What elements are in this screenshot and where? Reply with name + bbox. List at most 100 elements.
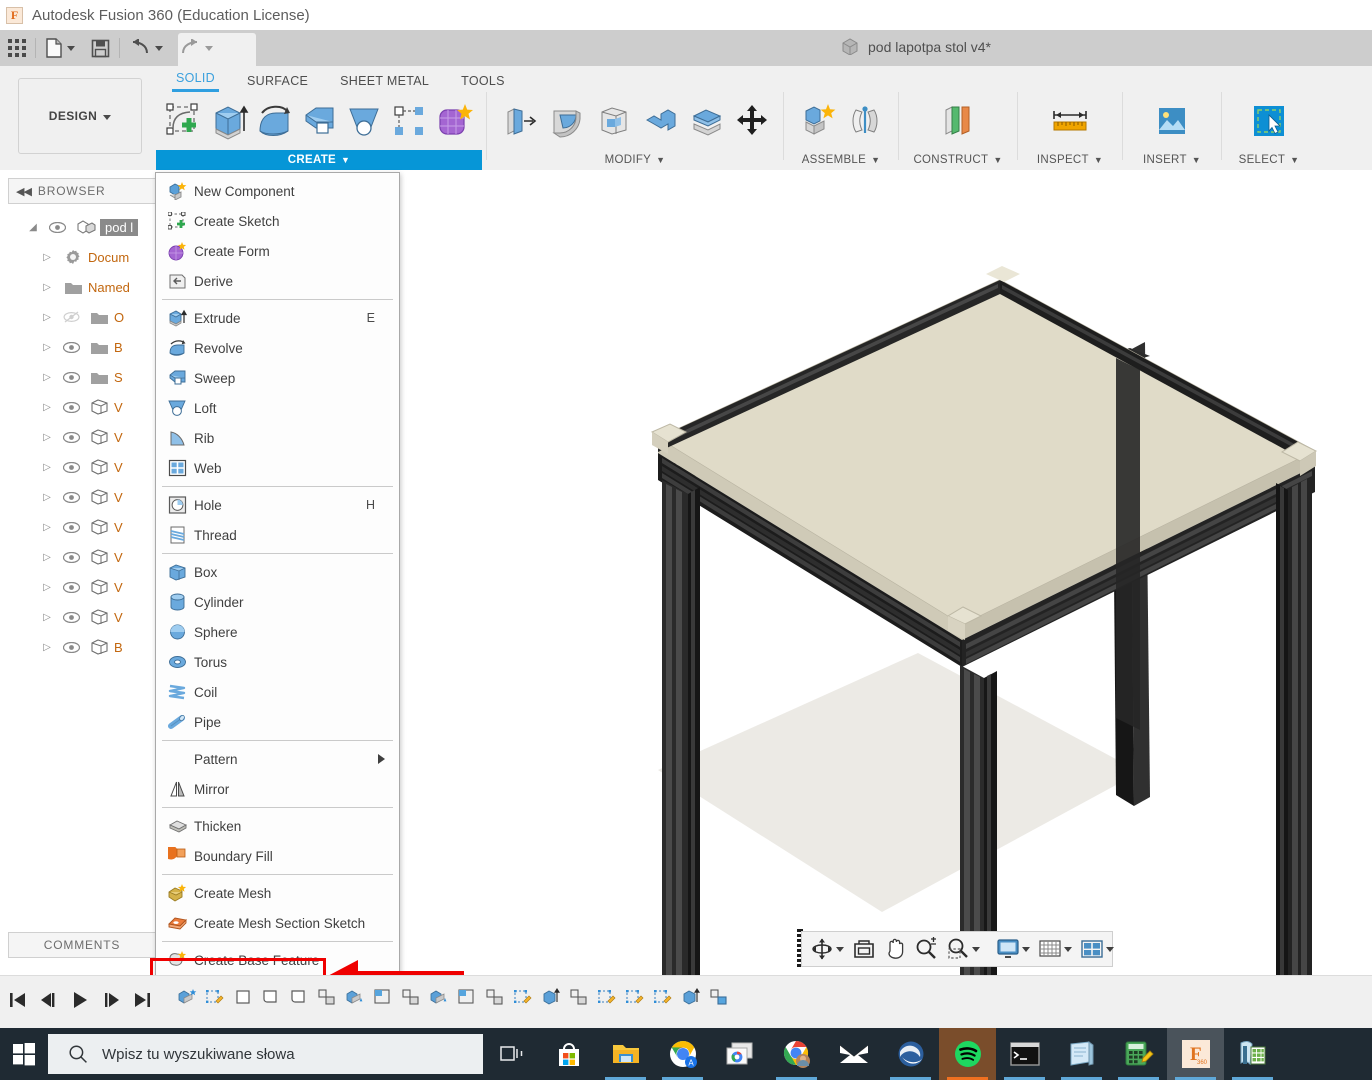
- taskbar-chrome-profile[interactable]: [768, 1028, 825, 1080]
- visibility-eye-icon[interactable]: [58, 521, 84, 533]
- expand-arrow-icon[interactable]: ▷: [36, 612, 58, 623]
- menu-item-create-mesh-section-sketch[interactable]: Create Mesh Section Sketch: [156, 908, 399, 938]
- app-grid-button[interactable]: [0, 30, 34, 66]
- taskbar-terminal[interactable]: [996, 1028, 1053, 1080]
- timeline-feature-sketch[interactable]: [651, 984, 675, 1010]
- visibility-eye-icon[interactable]: [58, 431, 84, 443]
- timeline-feature-fillet[interactable]: [287, 984, 311, 1010]
- grid-snap-button[interactable]: [1034, 933, 1076, 965]
- fillet-tool[interactable]: [544, 97, 591, 145]
- timeline-feature-mirror[interactable]: [567, 984, 591, 1010]
- panel-title-select[interactable]: SELECT ▼: [1226, 150, 1312, 170]
- menu-item-boundary-fill[interactable]: Boundary Fill: [156, 841, 399, 871]
- taskbar-chrome-windows[interactable]: [711, 1028, 768, 1080]
- new-component-tool[interactable]: [794, 97, 841, 145]
- jump-start-button[interactable]: [8, 990, 28, 1010]
- expand-arrow-icon[interactable]: ▷: [36, 252, 58, 263]
- menu-item-rib[interactable]: Rib: [156, 423, 399, 453]
- timeline-feature-extrude[interactable]: [231, 984, 255, 1010]
- taskbar-file-explorer[interactable]: [597, 1028, 654, 1080]
- tab-surface[interactable]: SURFACE: [231, 67, 324, 93]
- timeline-feature-sketch[interactable]: [511, 984, 535, 1010]
- orbit-button[interactable]: [806, 933, 848, 965]
- expand-arrow-icon[interactable]: ▷: [36, 432, 58, 443]
- viewports-button[interactable]: [1076, 933, 1118, 965]
- timeline-feature-extrude[interactable]: [679, 984, 703, 1010]
- taskbar-chrome[interactable]: A: [654, 1028, 711, 1080]
- panel-title-assemble[interactable]: ASSEMBLE ▼: [788, 150, 894, 170]
- pattern-tool[interactable]: [386, 97, 431, 145]
- menu-item-mirror[interactable]: Mirror: [156, 774, 399, 804]
- timeline-feature-component[interactable]: [175, 984, 199, 1010]
- taskbar-mail[interactable]: [825, 1028, 882, 1080]
- timeline-feature-fillet[interactable]: [259, 984, 283, 1010]
- timeline-feature-component[interactable]: [427, 984, 451, 1010]
- expand-arrow-icon[interactable]: ▷: [36, 582, 58, 593]
- menu-item-thicken[interactable]: Thicken: [156, 811, 399, 841]
- expand-arrow-icon[interactable]: ▷: [36, 642, 58, 653]
- menu-item-torus[interactable]: Torus: [156, 647, 399, 677]
- expand-arrow-icon[interactable]: ▷: [36, 372, 58, 383]
- loft-tool[interactable]: [341, 97, 386, 145]
- expand-arrow-icon[interactable]: ▷: [36, 402, 58, 413]
- panel-title-modify[interactable]: MODIFY ▼: [491, 150, 779, 170]
- menu-item-box[interactable]: Box: [156, 557, 399, 587]
- visibility-eye-icon[interactable]: [58, 551, 84, 563]
- menu-item-pipe[interactable]: Pipe: [156, 707, 399, 737]
- taskbar-calculator[interactable]: [1110, 1028, 1167, 1080]
- taskbar-spreadsheet[interactable]: [1224, 1028, 1281, 1080]
- tab-tools[interactable]: TOOLS: [445, 67, 521, 93]
- offset-face-tool[interactable]: [684, 97, 731, 145]
- timeline-feature-mirror[interactable]: [483, 984, 507, 1010]
- panel-title-insert[interactable]: INSERT ▼: [1127, 150, 1217, 170]
- start-button[interactable]: [0, 1028, 48, 1080]
- shell-tool[interactable]: [590, 97, 637, 145]
- expand-arrow-icon[interactable]: ◢: [22, 222, 44, 233]
- menu-item-create-mesh[interactable]: Create Mesh: [156, 878, 399, 908]
- joint-tool[interactable]: [841, 97, 888, 145]
- visibility-eye-icon[interactable]: [58, 461, 84, 473]
- undo-button[interactable]: [121, 30, 171, 66]
- zoom-button[interactable]: [910, 933, 942, 965]
- extrude-tool[interactable]: [207, 97, 252, 145]
- measure-tool[interactable]: [1046, 97, 1094, 145]
- menu-item-create-form[interactable]: Create Form: [156, 236, 399, 266]
- 3d-viewport[interactable]: [400, 170, 1372, 975]
- move-copy-tool[interactable]: [730, 97, 773, 145]
- timeline-feature-sketch[interactable]: [623, 984, 647, 1010]
- timeline-feature-sketch[interactable]: [595, 984, 619, 1010]
- select-tool[interactable]: [1245, 97, 1293, 145]
- expand-arrow-icon[interactable]: ▷: [36, 462, 58, 473]
- menu-item-new-component[interactable]: New Component: [156, 176, 399, 206]
- timeline-feature-mirror[interactable]: [315, 984, 339, 1010]
- menu-item-coil[interactable]: Coil: [156, 677, 399, 707]
- taskbar-spotify[interactable]: [939, 1028, 996, 1080]
- menu-item-cylinder[interactable]: Cylinder: [156, 587, 399, 617]
- menu-item-create-sketch[interactable]: Create Sketch: [156, 206, 399, 236]
- expand-arrow-icon[interactable]: ▷: [36, 522, 58, 533]
- expand-arrow-icon[interactable]: ▷: [36, 282, 58, 293]
- menu-item-sweep[interactable]: Sweep: [156, 363, 399, 393]
- visibility-eye-icon[interactable]: [58, 371, 84, 383]
- create-sketch-tool[interactable]: [162, 97, 207, 145]
- menu-item-web[interactable]: Web: [156, 453, 399, 483]
- timeline-feature-mirror[interactable]: [707, 984, 731, 1010]
- taskbar-fusion360[interactable]: F 360: [1167, 1028, 1224, 1080]
- taskbar-thunderbird[interactable]: [882, 1028, 939, 1080]
- panel-title-inspect[interactable]: INSPECT ▼: [1022, 150, 1118, 170]
- timeline-feature-extrude[interactable]: [455, 984, 479, 1010]
- visibility-eye-icon[interactable]: [58, 401, 84, 413]
- tab-sheet-metal[interactable]: SHEET METAL: [324, 67, 445, 93]
- look-at-button[interactable]: [848, 933, 880, 965]
- create-dropdown-menu[interactable]: New Component Create Sketch Create Form …: [155, 172, 400, 1038]
- timeline-feature-component[interactable]: [343, 984, 367, 1010]
- taskbar-notepad[interactable]: [1053, 1028, 1110, 1080]
- menu-item-sphere[interactable]: Sphere: [156, 617, 399, 647]
- visibility-eye-icon[interactable]: [58, 341, 84, 353]
- new-file-button[interactable]: [37, 30, 83, 66]
- expand-arrow-icon[interactable]: ▷: [36, 492, 58, 503]
- zoom-window-button[interactable]: [942, 933, 984, 965]
- play-button[interactable]: [70, 990, 90, 1010]
- create-form-tool[interactable]: [431, 97, 476, 145]
- visibility-eye-icon[interactable]: [58, 581, 84, 593]
